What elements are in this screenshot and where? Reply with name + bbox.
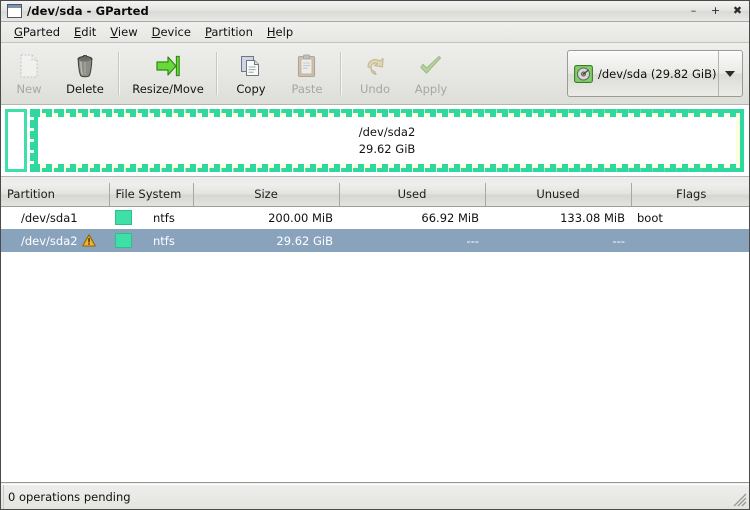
resize-move-button[interactable]: Resize/Move (125, 43, 211, 104)
close-button[interactable]: ✖ (731, 4, 744, 17)
harddisk-icon (574, 64, 593, 83)
column-header-filesystem[interactable]: File System (109, 183, 194, 207)
cell-filesystem: ntfs (109, 229, 193, 252)
filesystem-color-swatch (115, 233, 132, 248)
undo-arrow-icon (362, 53, 388, 79)
cell-unused: 133.08 MiB (560, 210, 625, 225)
status-text: 0 operations pending (3, 484, 131, 509)
title-bar[interactable]: /dev/sda - GParted – + ✖ (1, 1, 749, 22)
menu-view[interactable]: View (103, 23, 144, 41)
new-button[interactable]: New (1, 43, 57, 104)
disk-graphic-sda2-size: 29.62 GiB (358, 141, 416, 156)
apply-check-icon (418, 53, 444, 79)
toolbar: New Delete Resize/Move Copy Paste Undo A… (1, 43, 749, 105)
paste-clipboard-icon (294, 53, 320, 79)
partition-table-header-row: Partition File System Size Used Unused F… (1, 183, 749, 207)
partition-table: Partition File System Size Used Unused F… (1, 183, 749, 252)
copy-button-label: Copy (236, 82, 266, 96)
menu-partition[interactable]: Partition (198, 23, 260, 41)
column-header-unused[interactable]: Unused (485, 183, 632, 207)
table-row[interactable]: /dev/sda1 ntfs 200.00 MiB 66.92 MiB 133.… (1, 206, 749, 229)
menu-help[interactable]: Help (260, 23, 300, 41)
cell-partition: /dev/sda2 (1, 229, 109, 252)
menu-edit-label: dit (81, 25, 97, 39)
paste-button[interactable]: Paste (279, 43, 335, 104)
partition-table-container[interactable]: Partition File System Size Used Unused F… (1, 183, 749, 483)
disk-graphic-view[interactable]: /dev/sda2 29.62 GiB (1, 105, 749, 177)
disk-graphic-partition-sda2-fill: /dev/sda2 29.62 GiB (38, 117, 736, 164)
warning-icon[interactable] (81, 234, 96, 247)
cell-unused: --- (485, 229, 631, 252)
new-document-icon (16, 53, 42, 79)
device-selector-combobox[interactable]: /dev/sda (29.82 GiB) (567, 50, 743, 97)
column-header-partition[interactable]: Partition (1, 183, 110, 207)
cell-size: 29.62 GiB (193, 229, 339, 252)
paste-button-label: Paste (291, 82, 323, 96)
menu-view-label: iew (117, 25, 138, 39)
filesystem-color-swatch-holder (115, 210, 149, 226)
menu-gparted-label: Parted (22, 25, 60, 39)
cell-size: 200.00 MiB (268, 210, 333, 225)
filesystem-color-swatch (115, 210, 132, 226)
undo-button-label: Undo (359, 82, 391, 96)
table-row[interactable]: /dev/sda2 ntfs 29.62 GiB --- --- (1, 229, 749, 252)
maximize-button[interactable]: + (709, 4, 722, 17)
resize-move-button-label: Resize/Move (132, 82, 204, 96)
cell-used: 66.92 MiB (421, 210, 479, 225)
disk-graphic-partition-sda1-fill (8, 112, 24, 169)
minimize-button[interactable]: – (687, 4, 700, 17)
window-icon (7, 4, 22, 18)
filesystem-name: ntfs (153, 210, 175, 225)
undo-button[interactable]: Undo (347, 43, 403, 104)
menu-device[interactable]: Device (145, 23, 198, 41)
filesystem-name: ntfs (153, 233, 175, 248)
cell-filesystem: ntfs (109, 206, 193, 229)
disk-graphic-partition-sda2-selected[interactable]: /dev/sda2 29.62 GiB (30, 109, 744, 172)
window-title: /dev/sda - GParted (27, 4, 149, 18)
cell-flags (631, 229, 749, 252)
column-header-used[interactable]: Used (339, 183, 486, 207)
copy-icon (238, 53, 264, 79)
disk-graphic-sda2-name: /dev/sda2 (358, 124, 416, 139)
status-bar: 0 operations pending (1, 484, 749, 509)
window-controls: – + ✖ (687, 4, 744, 17)
menu-edit[interactable]: Edit (67, 23, 103, 41)
menu-help-label: elp (275, 25, 294, 39)
new-button-label: New (16, 82, 42, 96)
cell-flags: boot (637, 210, 663, 225)
disk-graphic-partition-sda1[interactable] (5, 109, 27, 172)
cell-partition: /dev/sda1 (1, 206, 109, 229)
device-selector-label: /dev/sda (29.82 GiB) (598, 66, 717, 81)
resize-grip-icon[interactable] (733, 493, 747, 507)
chevron-down-icon[interactable] (718, 51, 740, 96)
apply-button-label: Apply (414, 82, 448, 96)
apply-button[interactable]: Apply (403, 43, 459, 104)
menu-partition-label: artition (211, 25, 253, 39)
copy-button[interactable]: Copy (223, 43, 279, 104)
delete-button[interactable]: Delete (57, 43, 113, 104)
toolbar-separator-1 (118, 52, 120, 95)
gparted-window: /dev/sda - GParted – + ✖ GParted Edit Vi… (0, 0, 750, 510)
menu-gparted[interactable]: GParted (7, 23, 67, 41)
column-header-flags[interactable]: Flags (631, 183, 749, 207)
resize-move-arrow-icon (155, 53, 181, 79)
filesystem-color-swatch-holder (115, 233, 149, 248)
menu-bar: GParted Edit View Device Partition Help (1, 22, 749, 43)
toolbar-separator-2 (216, 52, 218, 95)
partition-name: /dev/sda2 (21, 233, 78, 248)
cell-used: --- (339, 229, 485, 252)
toolbar-separator-3 (340, 52, 342, 95)
partition-name: /dev/sda1 (21, 210, 78, 225)
menu-device-label: evice (160, 25, 191, 39)
column-header-size[interactable]: Size (193, 183, 340, 207)
trash-icon (72, 53, 98, 79)
delete-button-label: Delete (66, 82, 104, 96)
